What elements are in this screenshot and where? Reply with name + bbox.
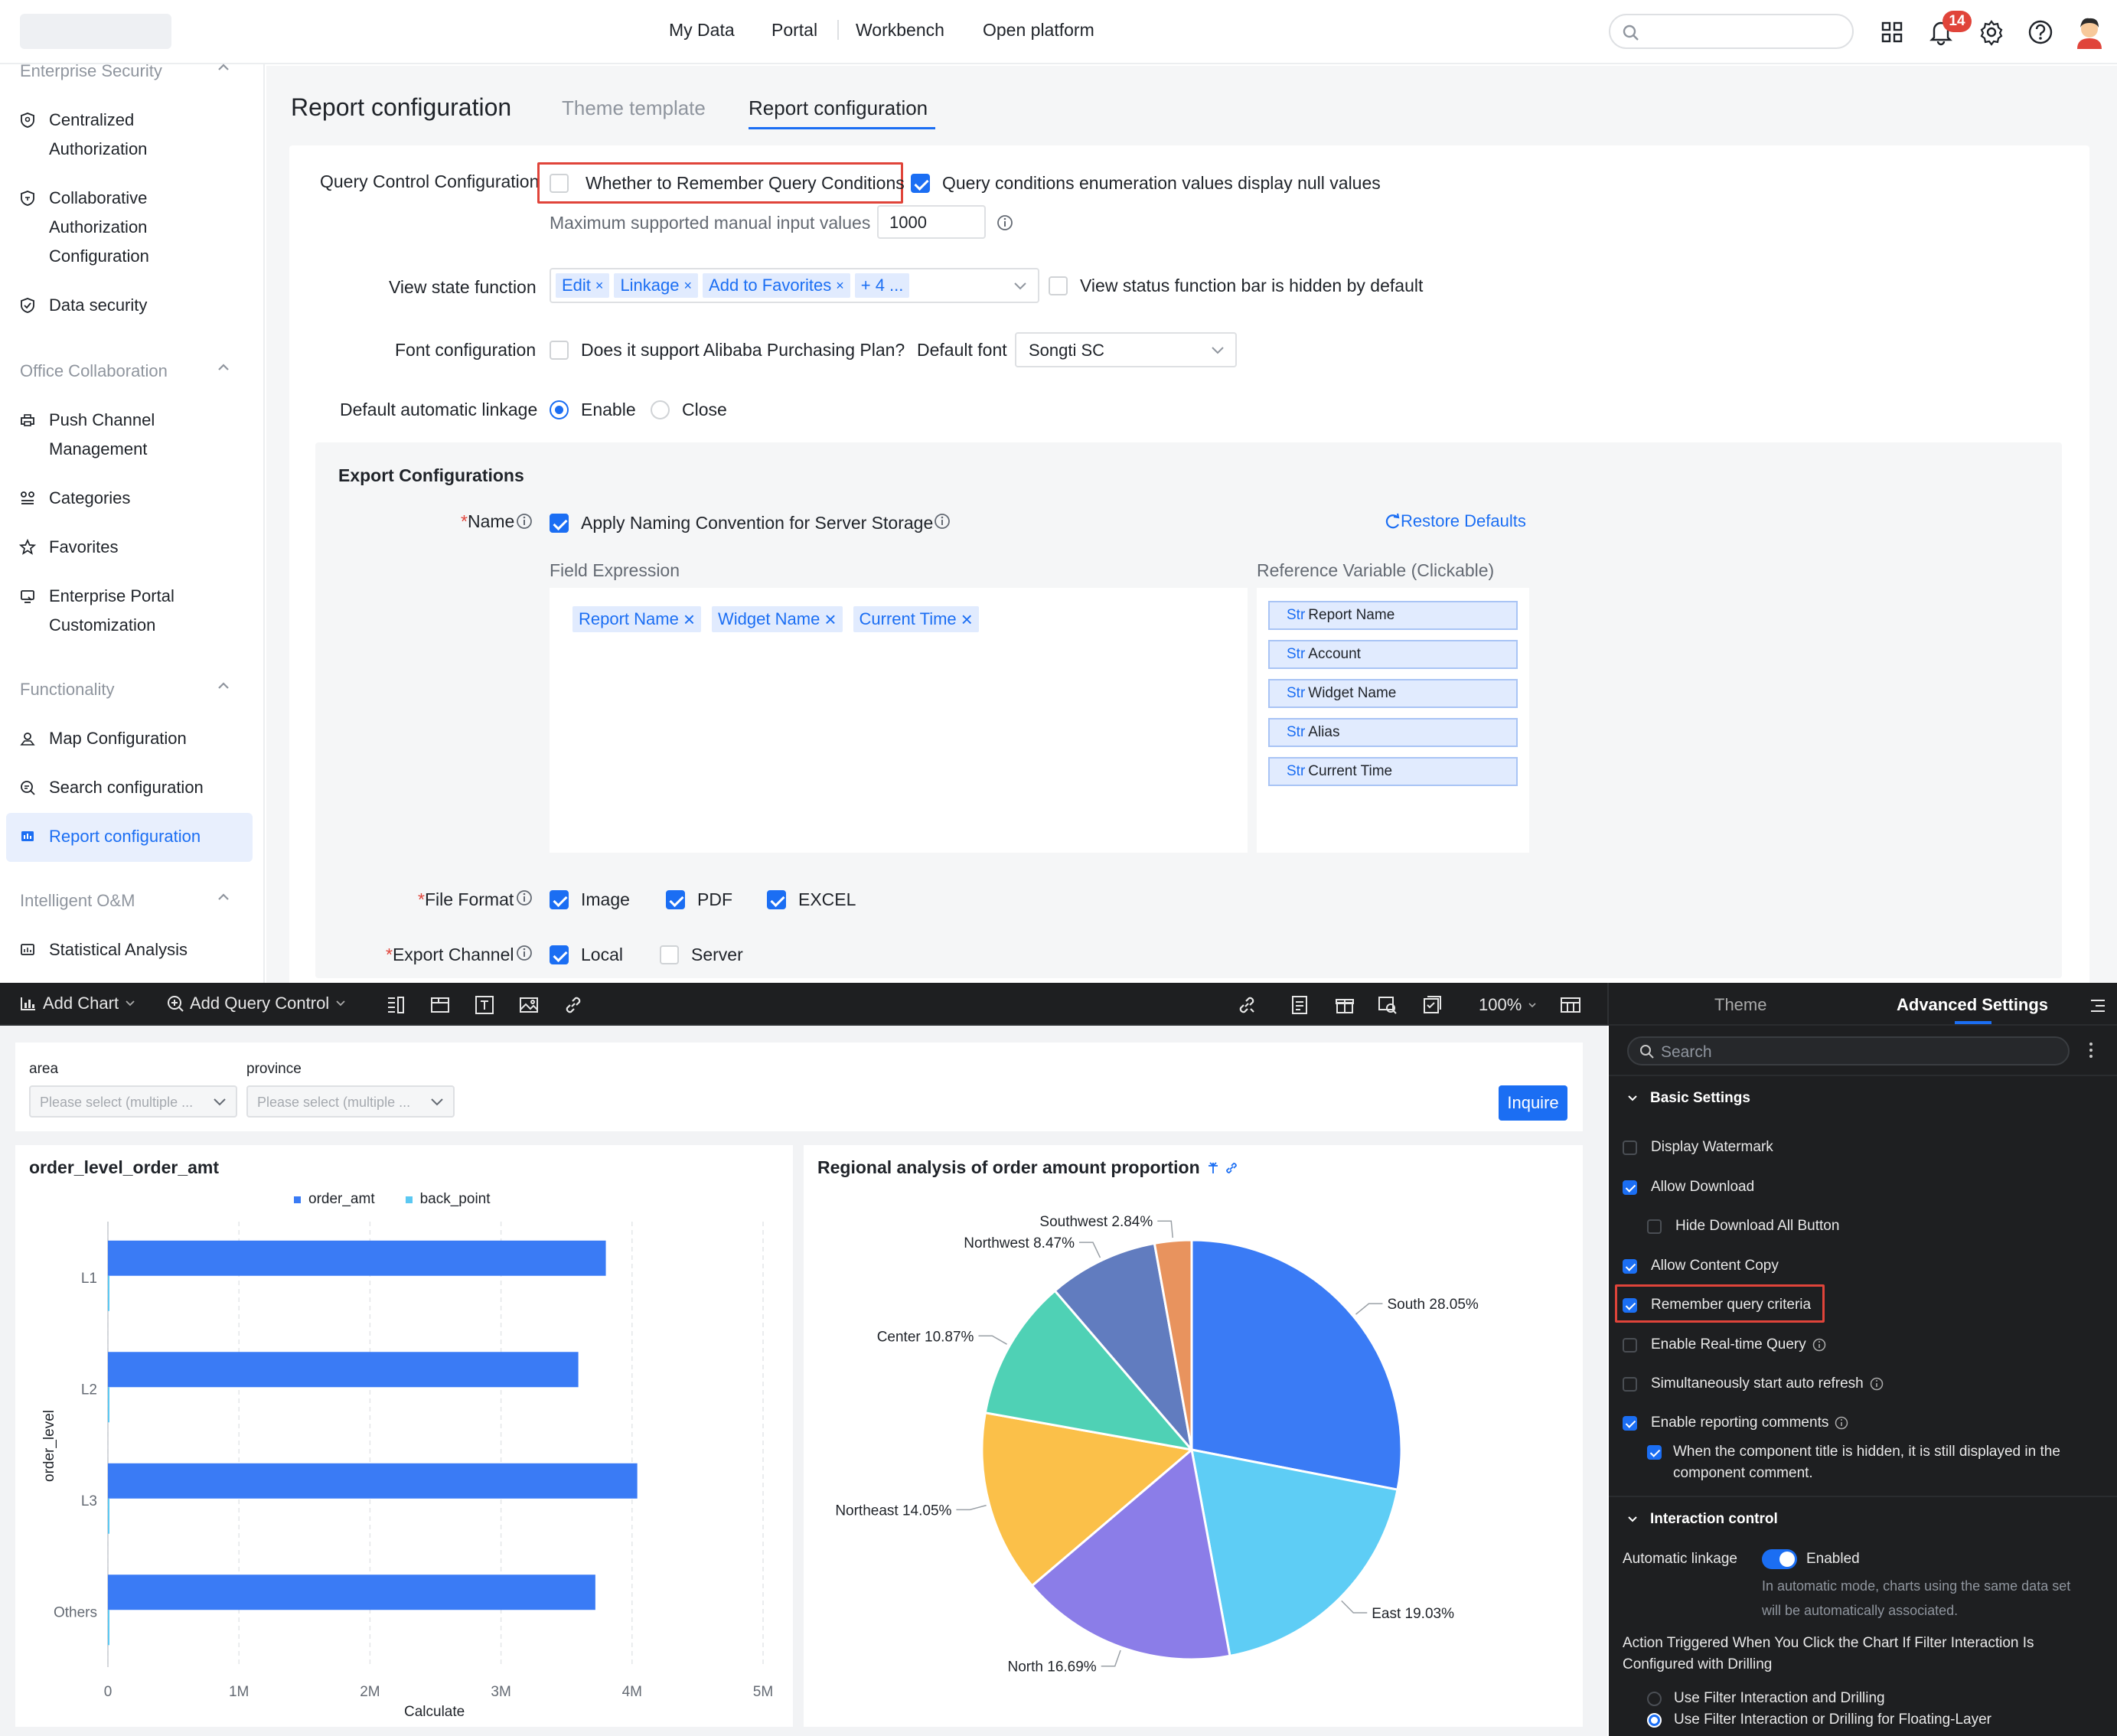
settings-gear-icon[interactable] xyxy=(1979,20,2004,46)
pie-label-southwest: Southwest 2.84% xyxy=(1039,1214,1153,1230)
auto-linkage-value: Enabled xyxy=(1806,1551,1860,1567)
pie-label-center: Center 10.87% xyxy=(877,1329,974,1345)
toggle-knob xyxy=(1779,1552,1795,1567)
hide-download-all-check[interactable] xyxy=(1647,1219,1662,1234)
notification-badge: 14 xyxy=(1942,11,1972,32)
setting-allow-download[interactable]: Allow Download xyxy=(1623,1179,1754,1196)
panel-menu-icon[interactable] xyxy=(2089,998,2106,1013)
pie-chart-plot: South 28.05% East 19.03% North 16.69% North… xyxy=(835,1214,1479,1676)
pie-leader-line xyxy=(956,1504,987,1511)
pie-leader-line xyxy=(1101,1650,1121,1667)
pie-leader-line xyxy=(978,1335,1007,1345)
chevron-down-icon xyxy=(1628,1516,1637,1522)
interaction-control-header[interactable]: Interaction control xyxy=(1627,1511,1778,1528)
watermark-check[interactable] xyxy=(1623,1140,1637,1155)
setting-remember-query-criteria[interactable]: Remember query criteria xyxy=(1623,1297,1811,1313)
tab-advanced-underline xyxy=(1955,1021,1991,1024)
auto-linkage-toggle[interactable] xyxy=(1762,1549,1797,1569)
action-option-filter-and-drill[interactable]: Use Filter Interaction and Drilling xyxy=(1647,1690,1885,1707)
auto-desc-line1: In automatic mode, charts using the same… xyxy=(1762,1578,2071,1594)
pie-label-east: East 19.03% xyxy=(1372,1606,1454,1622)
action-option-filter-or-drill[interactable]: Use Filter Interaction or Drilling for F… xyxy=(1647,1712,1991,1728)
content-copy-check[interactable] xyxy=(1623,1258,1637,1274)
setting-hide-download-all[interactable]: Hide Download All Button xyxy=(1647,1218,1839,1235)
help-icon[interactable] xyxy=(2028,20,2053,44)
apps-grid-icon[interactable] xyxy=(1881,21,1903,43)
info-icon[interactable] xyxy=(1812,1338,1826,1352)
auto-refresh-check[interactable] xyxy=(1623,1376,1637,1392)
pie-label-northeast: Northeast 14.05% xyxy=(835,1503,951,1519)
panel-divider xyxy=(1609,1496,2117,1497)
setting-enable-realtime-query[interactable]: Enable Real-time Query xyxy=(1623,1336,1826,1353)
reporting-comments-check[interactable] xyxy=(1623,1415,1637,1431)
allow-download-check[interactable] xyxy=(1623,1180,1637,1195)
action-option-radio[interactable] xyxy=(1647,1691,1662,1706)
pie-leader-line xyxy=(1355,1303,1383,1315)
pie-label-north: North 16.69% xyxy=(1008,1659,1097,1676)
panel-search-input[interactable]: Search xyxy=(1627,1036,2070,1065)
toolbar-divider xyxy=(1607,983,1609,1026)
action-label-line2: Configured with Drilling xyxy=(1623,1656,1773,1672)
search-icon xyxy=(1640,1045,1654,1059)
pie-label-south: South 28.05% xyxy=(1387,1297,1478,1313)
setting-allow-content-copy[interactable]: Allow Content Copy xyxy=(1623,1258,1779,1274)
pie-slice-south xyxy=(1190,1238,1403,1491)
avatar[interactable] xyxy=(2074,15,2105,49)
pie-leader-line xyxy=(1078,1242,1101,1258)
chevron-down-icon xyxy=(1628,1095,1637,1101)
more-vertical-icon[interactable] xyxy=(2088,1041,2094,1059)
action-option-radio[interactable] xyxy=(1647,1712,1662,1728)
info-icon[interactable] xyxy=(1835,1416,1848,1430)
search-icon xyxy=(1623,24,1639,41)
setting-reporting-comments[interactable]: Enable reporting comments xyxy=(1623,1415,1848,1431)
panel-divider xyxy=(1609,1075,2117,1076)
comment-sub-check[interactable] xyxy=(1647,1445,1662,1460)
setting-auto-refresh[interactable]: Simultaneously start auto refresh xyxy=(1623,1375,1884,1392)
setting-display-watermark[interactable]: Display Watermark xyxy=(1623,1139,1773,1156)
remember-criteria-check[interactable] xyxy=(1623,1297,1637,1313)
realtime-query-check[interactable] xyxy=(1623,1337,1637,1353)
action-label-line1: Action Triggered When You Click the Char… xyxy=(1623,1635,2034,1651)
tab-advanced-settings[interactable]: Advanced Settings xyxy=(1897,995,2048,1015)
global-search-input[interactable] xyxy=(1609,14,1854,49)
pie-leader-line xyxy=(1157,1220,1173,1238)
auto-linkage-label: Automatic linkage xyxy=(1623,1551,1737,1567)
basic-settings-header[interactable]: Basic Settings xyxy=(1627,1090,1750,1107)
auto-desc-line2: will be automatically associated. xyxy=(1762,1603,1959,1618)
info-icon[interactable] xyxy=(1870,1377,1884,1391)
pie-leader-line xyxy=(1341,1600,1368,1614)
tab-theme[interactable]: Theme xyxy=(1714,995,1766,1015)
pie-label-northwest: Northwest 8.47% xyxy=(964,1235,1075,1251)
